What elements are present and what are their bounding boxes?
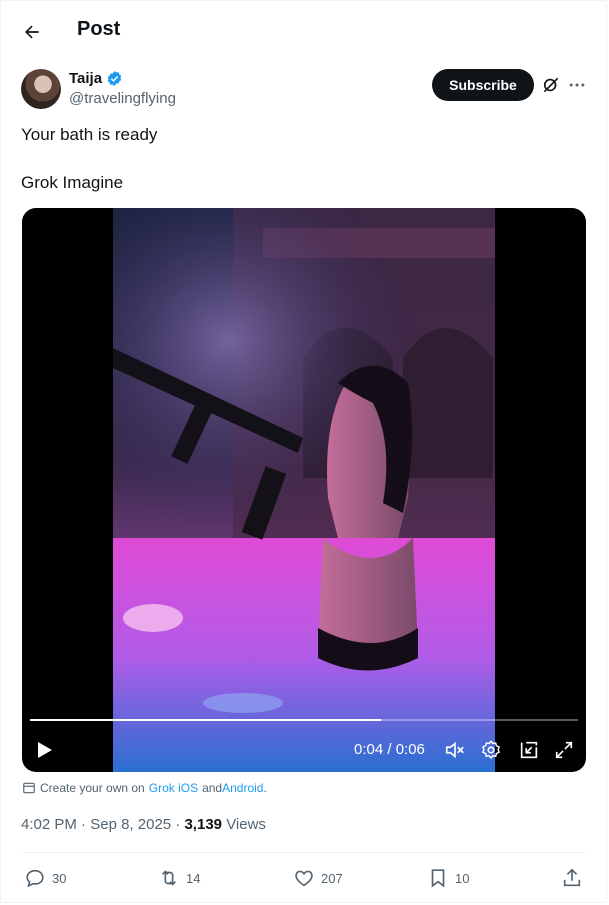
- reply-button[interactable]: 30: [24, 862, 66, 894]
- video-time: 0:04 / 0:06: [354, 741, 425, 758]
- meta-separator: ·: [81, 816, 87, 833]
- back-button[interactable]: [16, 16, 48, 48]
- reply-count: 30: [52, 870, 67, 886]
- play-icon[interactable]: [32, 738, 56, 762]
- action-bar: 30 14 207 10: [0, 862, 609, 894]
- grok-note-prefix: Create your own on: [40, 781, 145, 795]
- grok-android-link[interactable]: Android: [222, 781, 263, 795]
- heart-icon: [295, 870, 313, 887]
- post-date[interactable]: Sep 8, 2025: [90, 816, 171, 833]
- author-name-row[interactable]: Taija: [69, 70, 123, 87]
- bookmark-icon: [431, 869, 445, 888]
- subscribe-button[interactable]: Subscribe: [432, 69, 534, 101]
- fullscreen-icon[interactable]: [553, 739, 575, 761]
- video-player[interactable]: 0:04 / 0:06: [22, 208, 586, 772]
- author-name[interactable]: Taija: [69, 70, 102, 87]
- repost-icon: [161, 870, 177, 886]
- mute-icon[interactable]: [444, 739, 466, 761]
- video-progress-bar[interactable]: [30, 719, 578, 721]
- settings-icon[interactable]: [480, 739, 502, 761]
- like-button[interactable]: 207: [293, 862, 343, 894]
- grok-note-suffix: .: [263, 781, 267, 795]
- share-button[interactable]: [561, 862, 583, 894]
- like-count: 207: [321, 870, 343, 886]
- post-text-line1: Your bath is ready: [21, 125, 158, 144]
- more-options-icon[interactable]: [567, 75, 587, 95]
- share-icon: [563, 868, 581, 887]
- post-meta: 4:02 PM · Sep 8, 2025 · 3,139 Views: [21, 816, 266, 833]
- picture-in-picture-icon[interactable]: [518, 739, 540, 761]
- avatar[interactable]: [21, 69, 61, 109]
- grok-icon[interactable]: [541, 75, 561, 95]
- meta-separator: ·: [175, 816, 181, 833]
- post-text-line2: Grok Imagine: [21, 173, 124, 192]
- page-title: Post: [77, 18, 121, 40]
- repost-count: 14: [186, 870, 201, 886]
- divider: [21, 852, 587, 853]
- arrow-left-icon: [25, 25, 39, 39]
- bookmark-count: 10: [455, 870, 470, 886]
- author-handle[interactable]: @travelingflying: [69, 90, 176, 107]
- post-header: Post: [0, 0, 609, 62]
- verified-badge-icon: [107, 71, 122, 86]
- bookmark-button[interactable]: 10: [427, 862, 469, 894]
- reply-icon: [26, 869, 44, 888]
- grok-note-and: and: [202, 781, 223, 795]
- post-time[interactable]: 4:02 PM: [21, 816, 77, 833]
- video-frame[interactable]: [113, 208, 495, 772]
- video-progress-fill: [30, 719, 381, 721]
- repost-button[interactable]: 14: [158, 862, 200, 894]
- views-label: Views: [226, 816, 266, 833]
- grok-imagine-note: Create your own on Grok iOS and Android.: [22, 781, 267, 795]
- image-create-icon: [23, 782, 35, 794]
- grok-ios-link[interactable]: Grok iOS: [149, 781, 198, 795]
- views-count: 3,139: [184, 816, 223, 833]
- video-scene: [113, 208, 495, 772]
